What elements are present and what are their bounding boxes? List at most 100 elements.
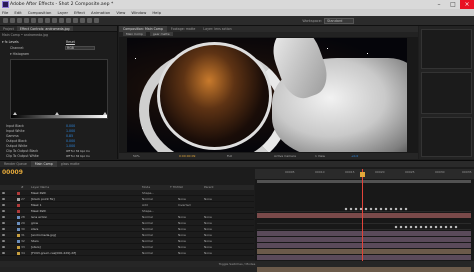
menu-animation[interactable]: Animation: [91, 9, 110, 16]
layer-parent[interactable]: None: [204, 251, 212, 256]
layer-name[interactable]: lens action: [31, 215, 47, 220]
visibility-eye-icon[interactable]: [2, 216, 5, 218]
toggle-switches-modes[interactable]: Toggle Switches / Modes: [0, 261, 474, 267]
visibility-eye-icon[interactable]: [2, 246, 5, 248]
rotate-tool-icon[interactable]: [24, 18, 29, 23]
layer-name[interactable]: stars: [31, 227, 38, 232]
minimize-button[interactable]: –: [432, 0, 446, 9]
layer-row[interactable]: Mask Path Shape...: [0, 191, 254, 196]
layer-row[interactable]: Mask 1 Add Inverted: [0, 203, 254, 208]
visibility-eye-icon[interactable]: [2, 252, 5, 254]
layer-row[interactable]: 30 stars Normal None None: [0, 227, 254, 232]
menu-composition[interactable]: Composition: [28, 9, 52, 16]
layer-mode[interactable]: Normal: [142, 245, 153, 250]
layer-duration-bar[interactable]: [257, 213, 471, 218]
brush-tool-icon[interactable]: [66, 18, 71, 23]
layer-duration-bar[interactable]: [257, 237, 471, 242]
layer-name[interactable]: [FX93.gnum.ces[000-229].dif]: [31, 251, 76, 256]
gamma-handle[interactable]: [55, 112, 59, 115]
label-color-swatch[interactable]: [17, 216, 20, 219]
layer-parent[interactable]: None: [204, 233, 212, 238]
exposure-value[interactable]: +0.0: [351, 153, 358, 159]
layer-trkmat[interactable]: None: [178, 197, 186, 202]
levels-effect-label[interactable]: ▾ fx Levels: [2, 40, 19, 45]
menu-effect[interactable]: Effect: [74, 9, 85, 16]
visibility-eye-icon[interactable]: [2, 204, 5, 206]
visibility-eye-icon[interactable]: [2, 198, 5, 200]
layer-trkmat[interactable]: None: [178, 239, 186, 244]
tab-render-queue[interactable]: Render Queue: [0, 161, 31, 167]
maximize-button[interactable]: □: [446, 0, 460, 9]
layer-name[interactable]: glow: [31, 221, 38, 226]
layer-name[interactable]: Mask Path: [31, 191, 46, 196]
zoom-dropdown[interactable]: 50%: [133, 153, 140, 159]
crumb-main-comp[interactable]: Main Comp: [123, 32, 146, 36]
visibility-eye-icon[interactable]: [2, 234, 5, 236]
label-color-swatch[interactable]: [17, 192, 20, 195]
input-black-handle[interactable]: [13, 112, 17, 115]
layer-duration-bar[interactable]: [257, 267, 471, 272]
clone-tool-icon[interactable]: [73, 18, 78, 23]
tab-project[interactable]: Project: [0, 26, 17, 31]
layer-name[interactable]: [stars]: [31, 245, 41, 250]
layer-parent[interactable]: None: [204, 239, 212, 244]
layer-trkmat[interactable]: None: [178, 251, 186, 256]
layer-mode[interactable]: Add: [142, 203, 148, 208]
viewer-timecode[interactable]: 0:00:00:09: [179, 153, 195, 159]
work-area-bar[interactable]: [257, 180, 471, 183]
camera-dropdown[interactable]: Active Camera: [274, 153, 296, 159]
layer-name[interactable]: Stars: [31, 239, 39, 244]
layer-duration-bar[interactable]: [257, 249, 471, 254]
layer-row[interactable]: 32 Stars Normal None None: [0, 239, 254, 244]
label-color-swatch[interactable]: [17, 240, 20, 243]
workspace-dropdown[interactable]: Standard: [324, 18, 354, 24]
layer-row[interactable]: 29 glow Normal None None: [0, 221, 254, 226]
layer-trkmat[interactable]: None: [178, 215, 186, 220]
layer-trkmat[interactable]: None: [178, 245, 186, 250]
layer-name[interactable]: Mask Path: [31, 209, 46, 214]
menu-help[interactable]: Help: [152, 9, 161, 16]
timeline-timecode[interactable]: 00009: [2, 169, 23, 176]
pan-behind-tool-icon[interactable]: [38, 18, 43, 23]
layer-parent[interactable]: None: [204, 245, 212, 250]
current-time-indicator[interactable]: [360, 169, 365, 267]
menu-view[interactable]: View: [116, 9, 125, 16]
label-color-swatch[interactable]: [17, 204, 20, 207]
layer-mode[interactable]: Normal: [142, 239, 153, 244]
zoom-tool-icon[interactable]: [17, 18, 22, 23]
label-color-swatch[interactable]: [17, 246, 20, 249]
close-button[interactable]: ×: [460, 0, 474, 9]
menu-window[interactable]: Window: [131, 9, 146, 16]
menu-file[interactable]: File: [2, 9, 8, 16]
pen-tool-icon[interactable]: [52, 18, 57, 23]
label-color-swatch[interactable]: [17, 234, 20, 237]
hand-tool-icon[interactable]: [10, 18, 15, 23]
layer-trkmat[interactable]: Inverted: [178, 203, 191, 208]
visibility-eye-icon[interactable]: [2, 228, 5, 230]
layer-duration-bar[interactable]: [257, 231, 471, 236]
layer-mode[interactable]: Normal: [142, 227, 153, 232]
eraser-tool-icon[interactable]: [80, 18, 85, 23]
tab-main-comp[interactable]: Main Comp: [30, 161, 57, 167]
tab-glass-matte[interactable]: glass matte: [57, 161, 84, 167]
layer-trkmat[interactable]: None: [178, 227, 186, 232]
camera-tool-icon[interactable]: [31, 18, 36, 23]
layer-row[interactable]: Mask Path Shape...: [0, 209, 254, 214]
layer-row[interactable]: 28 lens action Normal None None: [0, 215, 254, 220]
layer-duration-bar[interactable]: [257, 243, 471, 248]
layer-mode[interactable]: Normal: [142, 197, 153, 202]
reset-link[interactable]: Reset: [66, 40, 75, 45]
layer-mode[interactable]: Normal: [142, 221, 153, 226]
layer-mode[interactable]: Normal: [142, 233, 153, 238]
layer-name[interactable]: Mask 1: [31, 203, 42, 208]
label-color-swatch[interactable]: [17, 222, 20, 225]
layer-name[interactable]: [andromeda.jpg]: [31, 233, 56, 238]
layer-row[interactable]: 27 [black point fix] Normal None None: [0, 197, 254, 202]
layer-duration-bar[interactable]: [257, 255, 471, 260]
layer-parent[interactable]: None: [204, 197, 212, 202]
visibility-eye-icon[interactable]: [2, 192, 5, 194]
puppet-tool-icon[interactable]: [94, 18, 99, 23]
menu-edit[interactable]: Edit: [14, 9, 21, 16]
layer-row[interactable]: 31 [andromeda.jpg] Normal None None: [0, 233, 254, 238]
layer-name[interactable]: [black point fix]: [31, 197, 55, 202]
